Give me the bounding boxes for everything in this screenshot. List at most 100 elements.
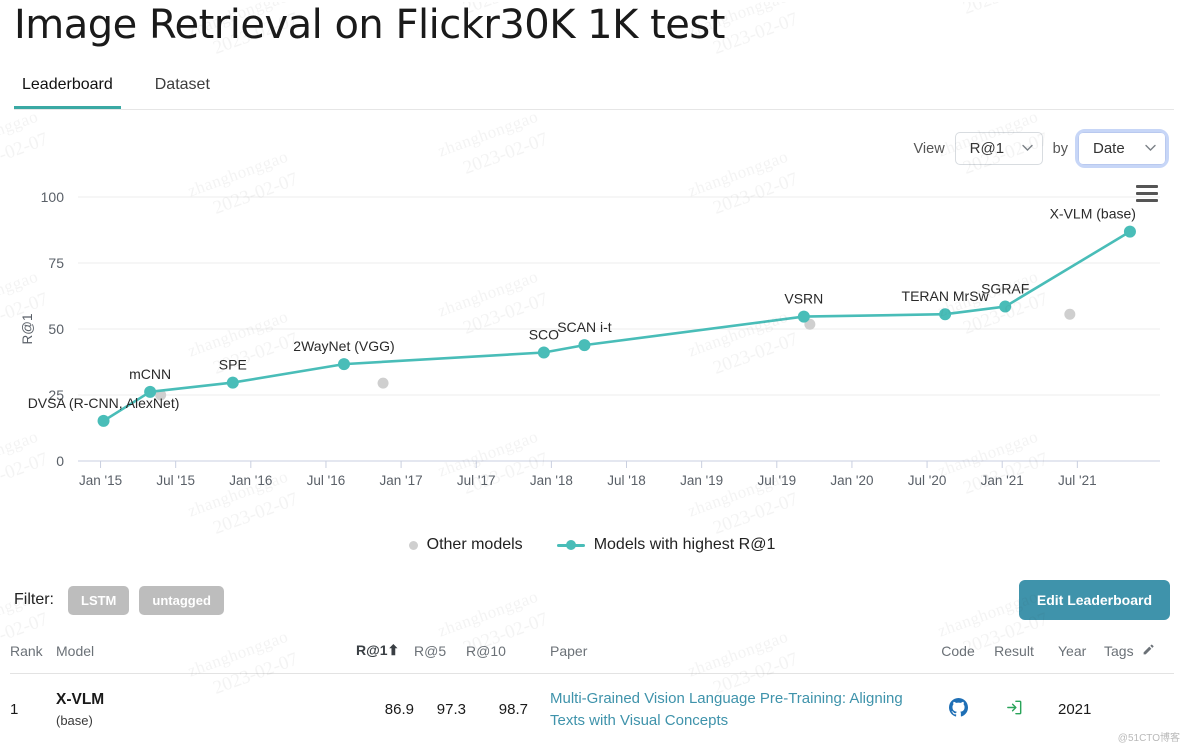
tab-dataset[interactable]: Dataset <box>147 72 218 109</box>
col-r1[interactable]: R@1⬆ <box>356 642 414 674</box>
col-model[interactable]: Model <box>56 642 356 674</box>
tab-leaderboard[interactable]: Leaderboard <box>14 72 121 109</box>
cell-code <box>930 674 986 746</box>
cell-r10: 98.7 <box>466 674 528 746</box>
x-axis-tick-label: Jan '21 <box>981 473 1024 488</box>
cell-model: X-VLM (base) <box>56 674 356 746</box>
data-point-label: 2WayNet (VGG) <box>293 338 394 354</box>
cell-r5: 97.3 <box>414 674 466 746</box>
tab-bar: Leaderboard Dataset <box>14 72 1174 110</box>
y-axis-title: R@1 <box>20 314 35 345</box>
col-result[interactable]: Result <box>986 642 1042 674</box>
x-axis-tick-label: Jan '20 <box>830 473 873 488</box>
data-point-label: SPE <box>219 357 247 373</box>
data-point-highest[interactable] <box>144 386 156 398</box>
by-label: by <box>1053 141 1068 157</box>
cell-result <box>986 674 1042 746</box>
legend-item-highest[interactable]: Models with highest R@1 <box>557 536 776 554</box>
filter-chip-lstm[interactable]: LSTM <box>68 586 129 615</box>
edit-leaderboard-button[interactable]: Edit Leaderboard <box>1019 580 1170 620</box>
x-axis-tick-label: Jul '21 <box>1058 473 1097 488</box>
teal-line-dot-icon <box>557 544 585 547</box>
view-label: View <box>914 141 945 157</box>
x-axis-tick-label: Jan '18 <box>530 473 573 488</box>
x-axis-tick-label: Jan '15 <box>79 473 122 488</box>
cell-r1: 86.9 <box>356 674 414 746</box>
data-point-highest[interactable] <box>798 311 810 323</box>
table-header: Rank Model R@1⬆ R@5 R@10 Paper Code Resu… <box>10 642 1174 674</box>
filter-label: Filter: <box>14 591 54 609</box>
col-tags[interactable]: Tags <box>1104 642 1174 674</box>
legend-label: Other models <box>427 536 523 554</box>
axis-select-wrapper: Date <box>1078 132 1166 165</box>
filter-row: Filter: LSTM untagged Edit Leaderboard <box>14 580 1170 620</box>
chart-legend: Other models Models with highest R@1 <box>10 536 1174 554</box>
model-subtitle: (base) <box>56 713 356 728</box>
data-point-label: DVSA (R-CNN, AlexNet) <box>28 395 180 411</box>
data-point-label: SCO <box>529 326 559 342</box>
legend-label: Models with highest R@1 <box>594 536 776 554</box>
hamburger-menu-icon[interactable] <box>1136 185 1158 206</box>
chart-container: 0255075100R@1Jan '15Jul '15Jan '16Jul '1… <box>10 179 1174 534</box>
x-axis-tick-label: Jan '17 <box>380 473 423 488</box>
page-root: Image Retrieval on Flickr30K 1K test Lea… <box>0 2 1184 746</box>
filter-chip-untagged[interactable]: untagged <box>139 586 224 615</box>
leaderboard-table: Rank Model R@1⬆ R@5 R@10 Paper Code Resu… <box>10 642 1174 746</box>
col-year[interactable]: Year <box>1042 642 1104 674</box>
col-rank[interactable]: Rank <box>10 642 56 674</box>
metric-select[interactable]: R@1 <box>955 132 1043 165</box>
github-icon[interactable] <box>949 698 968 717</box>
paper-link[interactable]: Multi-Grained Vision Language Pre-Traini… <box>550 690 903 729</box>
result-arrow-icon[interactable] <box>1005 698 1024 717</box>
corner-watermark-tag: @51CTO博客 <box>1118 729 1180 744</box>
y-axis-tick-label: 100 <box>41 189 65 205</box>
data-point-highest[interactable] <box>338 358 350 370</box>
axis-select[interactable]: Date <box>1078 132 1166 165</box>
legend-item-other-models[interactable]: Other models <box>409 536 523 554</box>
table-header-row: Rank Model R@1⬆ R@5 R@10 Paper Code Resu… <box>10 642 1174 674</box>
data-point-label: X-VLM (base) <box>1050 206 1136 222</box>
data-point-label: SGRAF <box>981 281 1029 297</box>
cell-year: 2021 <box>1042 674 1104 746</box>
data-point-highest[interactable] <box>1124 226 1136 238</box>
data-point-other[interactable] <box>378 378 389 389</box>
data-point-highest[interactable] <box>999 301 1011 313</box>
col-tags-label: Tags <box>1104 643 1134 659</box>
cell-rank: 1 <box>10 674 56 746</box>
x-axis-tick-label: Jan '16 <box>229 473 272 488</box>
table-row[interactable]: 1 X-VLM (base) 86.9 97.3 98.7 Multi-Grai… <box>10 674 1174 746</box>
table-body: 1 X-VLM (base) 86.9 97.3 98.7 Multi-Grai… <box>10 674 1174 746</box>
col-r10[interactable]: R@10 <box>466 642 528 674</box>
data-point-highest[interactable] <box>578 339 590 351</box>
grey-dot-icon <box>409 541 418 550</box>
x-axis-tick-label: Jul '16 <box>307 473 346 488</box>
data-point-other[interactable] <box>1064 309 1075 320</box>
data-point-highest[interactable] <box>98 415 110 427</box>
x-axis-tick-label: Jul '17 <box>457 473 496 488</box>
data-point-highest[interactable] <box>227 377 239 389</box>
data-point-label: mCNN <box>129 366 171 382</box>
y-axis-tick-label: 50 <box>48 321 64 337</box>
x-axis-tick-label: Jul '20 <box>908 473 947 488</box>
data-point-label: SCAN i-t <box>557 319 612 335</box>
col-paper[interactable]: Paper <box>528 642 930 674</box>
y-axis-tick-label: 0 <box>56 453 64 469</box>
x-axis-tick-label: Jul '18 <box>607 473 646 488</box>
col-r5[interactable]: R@5 <box>414 642 466 674</box>
col-code[interactable]: Code <box>930 642 986 674</box>
cell-paper: Multi-Grained Vision Language Pre-Traini… <box>528 674 930 746</box>
data-point-highest[interactable] <box>538 346 550 358</box>
edit-pencil-icon[interactable] <box>1142 643 1155 656</box>
x-axis-tick-label: Jul '19 <box>757 473 796 488</box>
series-line <box>104 232 1130 421</box>
x-axis-tick-label: Jul '15 <box>156 473 195 488</box>
progress-line-chart: 0255075100R@1Jan '15Jul '15Jan '16Jul '1… <box>10 179 1174 509</box>
x-axis-tick-label: Jan '19 <box>680 473 723 488</box>
data-point-highest[interactable] <box>939 308 951 320</box>
page-title: Image Retrieval on Flickr30K 1K test <box>14 2 1174 48</box>
data-point-label: VSRN <box>784 291 823 307</box>
data-point-label: TERAN MrSw <box>902 288 990 304</box>
model-name[interactable]: X-VLM <box>56 691 356 709</box>
chart-controls: View R@1 by Date <box>10 132 1166 165</box>
metric-select-wrapper: R@1 <box>955 132 1043 165</box>
